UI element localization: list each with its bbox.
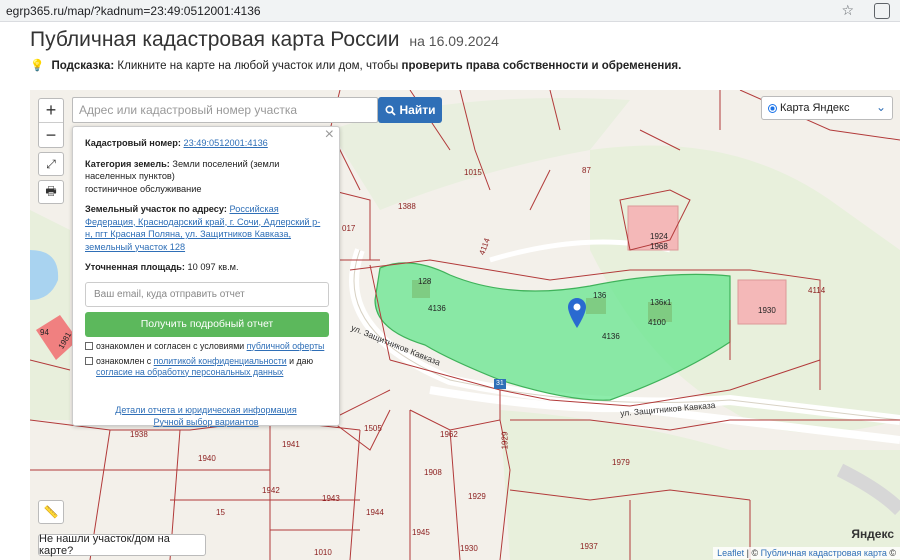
hint-label: Подсказка: [51,60,115,72]
map-attribution: Leaflet | © Публичная кадастровая карта … [713,547,900,559]
category-use: гостиничное обслуживание [85,183,202,194]
manual-select-link[interactable]: Ручной выбор вариантов [85,416,327,428]
map-layer-select[interactable]: Карта Яндекс ⌄ [761,96,893,120]
zoom-in-button[interactable]: + [39,99,63,123]
url-text[interactable]: egrp365.ru/map/?kadnum=23:49:0512001:413… [0,4,261,18]
printer-icon: 🖶 [45,183,57,198]
category-row: Категория земель: Земли поселений (земли… [85,158,327,196]
find-button-label: Найти [399,103,436,117]
email-field[interactable] [85,281,329,307]
parcel-info-popup: × Кадастровый номер: 23:49:0512001:4136 … [72,126,340,428]
not-found-button[interactable]: Не нашли участок/дом на карте? [38,533,206,557]
parcel-label: 1505 [364,424,382,433]
cadnum-label: Кадастровый номер: [85,138,181,148]
find-button[interactable]: Найти [378,97,442,123]
parcel-label: 128 [418,277,432,286]
hint-bold: проверить права собственности и обремене… [401,60,682,72]
area-value: 10 097 кв.м. [187,262,239,272]
consent-offer: ознакомлен и согласен с условиями публич… [85,341,327,352]
ruler-button[interactable]: 📏 [38,500,64,524]
privacy-policy-link[interactable]: политикой конфиденциальности [154,356,287,366]
yandex-logo: Яндекс [851,527,894,541]
parcel-label: 1937 [580,542,598,551]
parcel-label: 1908 [424,468,442,477]
map-layer-label: Карта Яндекс [780,102,850,114]
browser-address-bar[interactable]: egrp365.ru/map/?kadnum=23:49:0512001:413… [0,0,900,22]
public-offer-link[interactable]: публичной оферты [247,341,325,351]
popup-links: Детали отчета и юридическая информация Р… [85,404,327,428]
parcel-label: 1388 [398,202,416,211]
parcel-label: 1962 [440,430,458,439]
consent-offer-checkbox[interactable] [85,341,93,350]
chevron-down-icon: ⌄ [875,100,886,114]
parcel-label: 1015 [464,168,482,177]
parcel-label: 136к1 [650,298,672,307]
attribution-sep: | © [746,548,759,558]
personal-data-link[interactable]: согласие на обработку персональных данны… [96,367,283,377]
radio-selected-icon [768,103,777,113]
parcel-label: 1979 [612,458,630,467]
page-title: Публичная кадастровая карта России на 16… [30,28,499,52]
cadnum-link[interactable]: 23:49:0512001:4136 [183,138,267,148]
consent-offer-text: ознакомлен и согласен с условиями [96,340,245,351]
parcel-label: 1943 [322,494,340,503]
page-date: на 16.09.2024 [409,33,499,49]
bookmark-star-icon[interactable]: ☆ [841,2,854,19]
pkk-link[interactable]: Публичная кадастровая карта [761,548,887,558]
extension-icon[interactable] [874,3,890,19]
parcel-label: 017 [342,224,356,233]
attribution-tail: © [889,548,896,558]
parcel-label: 1929 [500,431,510,450]
parcel-label: 1945 [412,528,430,537]
parcel-label: 4136 [428,304,446,313]
parcel-label: 4136 [602,332,620,341]
cadnum-row: Кадастровый номер: 23:49:0512001:4136 [85,137,327,150]
parcel-label: 1942 [262,486,280,495]
building-label: 1968 [650,242,668,251]
parcel-label: 136 [593,291,607,300]
search-icon [384,104,396,116]
area-label: Уточненная площадь: [85,262,185,272]
zoom-control: + − [38,98,64,148]
parcel-label: 94 [40,328,49,337]
category-label: Категория земель: [85,158,170,169]
leaflet-link[interactable]: Leaflet [717,548,744,558]
parcel-label: 1944 [366,508,384,517]
search-input[interactable] [72,97,378,123]
parcel-label: 1930 [460,544,478,553]
zoom-out-button[interactable]: − [39,123,63,147]
parcel-label: 1010 [314,548,332,557]
page-title-text: Публичная кадастровая карта России [30,28,400,51]
location-pin-icon[interactable] [568,298,586,328]
address-label: Земельный участок по адресу: [85,204,227,214]
get-report-button[interactable]: Получить подробный отчет [85,311,329,337]
building-label: 1924 [650,232,668,241]
parcel-label: 87 [582,166,591,175]
expand-icon: ⤢ [46,156,56,171]
close-icon[interactable]: × [325,127,334,142]
parcel-label: 15 [216,508,225,517]
hint-text: Кликните на карте на любой участок или д… [117,60,399,72]
area-row: Уточненная площадь: 10 097 кв.м. [85,261,327,274]
road-number: 31 [496,380,504,387]
building-label: 1930 [758,306,776,315]
parcel-label: 4114 [808,286,826,295]
ruler-icon: 📏 [43,505,59,519]
consent-privacy: ознакомлен с политикой конфиденциальност… [85,356,327,378]
lightbulb-icon: 💡 [30,60,45,72]
consent-privacy-checkbox[interactable] [85,356,93,365]
cadastral-map[interactable]: 1015 87 1388 4114 017 1924 1968 4114 128… [30,90,900,560]
address-row: Земельный участок по адресу: Российская … [85,203,327,253]
consent-privacy-text: ознакомлен с [96,355,152,366]
report-details-link[interactable]: Детали отчета и юридическая информация [85,404,327,416]
parcel-label: 1938 [130,430,148,439]
hint: 💡 Подсказка: Кликните на карте на любой … [30,58,681,72]
consent-privacy-mid: и даю [289,355,314,366]
fullscreen-button[interactable]: ⤢ [38,152,64,176]
parcel-label: 1940 [198,454,216,463]
print-button[interactable]: 🖶 [38,180,64,204]
parcel-label: 4100 [648,318,666,327]
parcel-label: 1929 [468,492,486,501]
parcel-label: 1941 [282,440,300,449]
